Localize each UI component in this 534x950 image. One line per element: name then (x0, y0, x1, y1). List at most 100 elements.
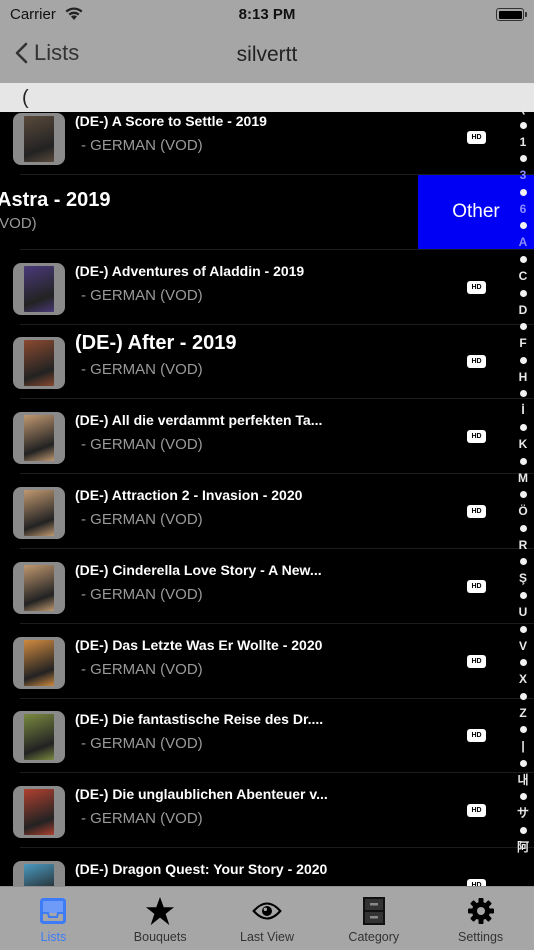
section-header-label: ( (22, 87, 29, 109)
channel-list[interactable]: (DE-) A Score to Settle - 2019 - GERMAN (… (0, 112, 534, 886)
tab-bouquets[interactable]: Bouquets (107, 887, 214, 950)
list-item[interactable]: (DE-) After - 2019 - GERMAN (VOD) HD (0, 324, 534, 400)
index-separator-dot (519, 692, 527, 700)
index-letter[interactable]: ( (512, 100, 534, 117)
poster-image (24, 490, 54, 536)
item-subtitle: - GERMAN (VOD) (81, 286, 203, 304)
list-item[interactable]: (DE-) All die verdammt perfekten Ta... - … (0, 399, 534, 475)
index-letter[interactable]: Ş (512, 570, 534, 587)
index-letter[interactable]: M (512, 470, 534, 487)
item-subtitle: - GERMAN (VOD) (81, 361, 203, 379)
index-letter[interactable]: サ (512, 805, 534, 822)
tab-last-view[interactable]: Last View (214, 887, 321, 950)
index-separator-dot (519, 759, 527, 767)
index-separator-dot (519, 121, 527, 129)
index-letter[interactable]: 3 (512, 167, 534, 184)
index-separator-dot (519, 558, 527, 566)
section-index[interactable]: (1 3 6 A C D F H İ K M Ö R Ş U V X Z | 내 サ阿 (512, 100, 534, 870)
list-item[interactable]: (DE-) Die fantastische Reise des Dr.... -… (0, 698, 534, 774)
index-letter[interactable]: K (512, 436, 534, 453)
index-separator-dot (519, 155, 527, 163)
item-subtitle: - GERMAN (VOD) (81, 660, 203, 678)
list-item[interactable]: (DE-) Cinderella Love Story - A New... - … (0, 549, 534, 624)
hd-badge: HD (467, 280, 486, 294)
poster-thumbnail (13, 861, 65, 886)
index-separator-dot (519, 188, 527, 196)
tab-settings[interactable]: Settings (427, 887, 534, 950)
item-title: (DE-) Die fantastische Reise des Dr.... (75, 711, 324, 728)
hd-badge: HD (467, 804, 486, 818)
tab-label: Lists (40, 930, 67, 944)
index-letter[interactable]: 내 (512, 772, 534, 789)
list-item[interactable]: (DE-) Adventures of Aladdin - 2019 - GERM… (0, 250, 534, 325)
poster-thumbnail (13, 412, 65, 465)
hd-badge: HD (467, 505, 486, 518)
index-letter[interactable]: 阿 (512, 839, 534, 856)
index-letter[interactable]: U (512, 604, 534, 621)
index-separator-dot (519, 659, 527, 667)
poster-thumbnail (13, 561, 65, 614)
hd-badge: HD (467, 579, 486, 593)
gear-icon (466, 896, 496, 926)
list-item[interactable]: (DE-) A Score to Settle - 2019 - GERMAN (… (0, 112, 534, 175)
index-letter[interactable]: Ö (512, 503, 534, 520)
tab-bar: Lists Bouquets Last View Category Settin… (0, 886, 534, 950)
index-separator-dot (519, 491, 527, 499)
index-letter[interactable]: A (512, 234, 534, 251)
index-separator-dot (519, 390, 527, 398)
star-icon (145, 896, 175, 926)
tab-lists[interactable]: Lists (0, 887, 107, 950)
item-subtitle: - GERMAN (VOD) (81, 585, 203, 603)
index-separator-dot (519, 323, 527, 331)
index-separator-dot (519, 289, 527, 297)
hd-badge: HD (467, 131, 486, 144)
index-letter[interactable]: R (512, 537, 534, 554)
index-letter[interactable]: 1 (512, 134, 534, 151)
index-separator-dot (519, 827, 527, 835)
index-separator-dot (519, 255, 527, 263)
poster-thumbnail (13, 337, 65, 390)
index-letter[interactable]: 6 (512, 201, 534, 218)
item-title: (DE-) Dragon Quest: Your Story - 2020 (75, 861, 328, 877)
list-item[interactable]: (DE-) Attraction 2 - Invasion - 2020 - GE… (0, 474, 534, 549)
list-item[interactable]: (DE-) Dragon Quest: Your Story - 2020- G… (0, 848, 534, 886)
item-title: (DE-) A Score to Settle - 2019 (75, 113, 267, 129)
poster-image (24, 639, 54, 686)
index-letter[interactable]: C (512, 268, 534, 285)
index-separator-dot (519, 793, 527, 801)
status-bar: Carrier 8:13 PM (0, 0, 534, 30)
hd-badge: HD (467, 430, 486, 444)
tab-category[interactable]: Category (320, 887, 427, 950)
swiped-content: (DE-) Ad Astra - 2019 - GERMAN (VOD) (0, 175, 459, 250)
index-separator-dot (519, 356, 527, 364)
index-separator-dot (519, 222, 527, 230)
item-title: (DE-) All die verdammt perfekten Ta... (75, 412, 323, 429)
index-separator-dot (519, 625, 527, 633)
index-letter[interactable]: Z (512, 705, 534, 722)
index-letter[interactable]: F (512, 335, 534, 352)
index-letter[interactable]: D (512, 302, 534, 319)
index-separator-dot (519, 591, 527, 599)
item-subtitle: - GERMAN (VOD) (81, 810, 203, 828)
item-subtitle: - GERMAN (VOD) (81, 137, 203, 154)
index-separator-dot (519, 457, 527, 465)
item-subtitle: - GERMAN (VOD) (0, 214, 37, 232)
eye-icon (252, 896, 282, 926)
item-title: (DE-) Cinderella Love Story - A New... (75, 561, 322, 578)
index-letter[interactable]: X (512, 671, 534, 688)
index-letter[interactable]: H (512, 369, 534, 386)
list-item-swiped[interactable]: (DE-) Ad Astra - 2019- GERMAN (VOD)HDOth… (0, 174, 534, 250)
list-item[interactable]: (DE-) Das Letzte Was Er Wollte - 2020 - G… (0, 624, 534, 699)
item-title: (DE-) Adventures of Aladdin - 2019 (75, 262, 305, 279)
tab-label: Category (348, 930, 400, 944)
poster-image (24, 340, 54, 387)
poster-thumbnail (13, 487, 65, 539)
index-letter[interactable]: İ (512, 402, 534, 419)
poster-image (24, 116, 54, 162)
list-item[interactable]: (DE-) Die unglaublichen Abenteuer v... - … (0, 773, 534, 849)
lists-icon (38, 896, 68, 926)
index-letter[interactable]: V (512, 638, 534, 655)
item-title: (DE-) Ad Astra - 2019 (0, 188, 111, 211)
cabinet-icon (359, 896, 389, 926)
index-letter[interactable]: | (512, 738, 534, 755)
